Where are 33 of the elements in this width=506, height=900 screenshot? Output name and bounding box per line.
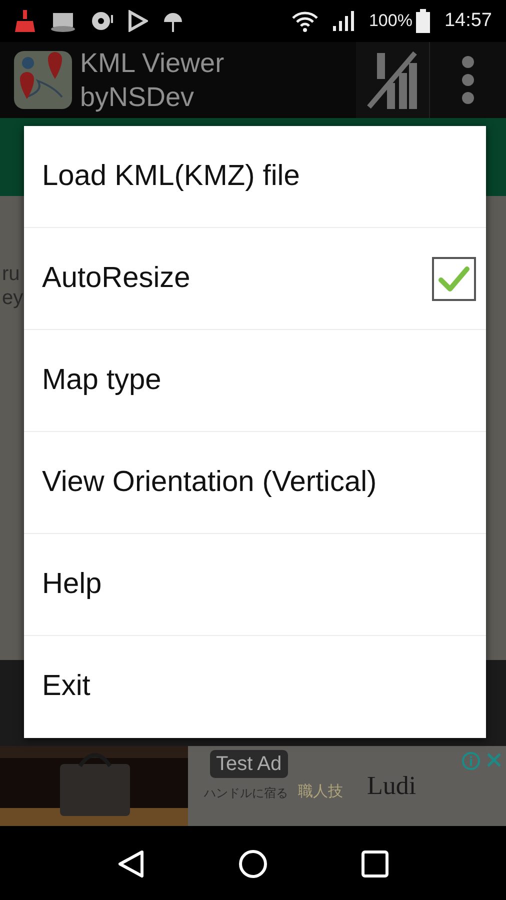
checkbox[interactable] — [432, 256, 476, 300]
ad-brand-logo: Ludi — [367, 770, 416, 802]
menu-item[interactable]: Load KML(KMZ) file — [24, 126, 486, 228]
app-logo-icon — [14, 51, 72, 109]
home-icon[interactable] — [238, 848, 268, 878]
signal-off-button[interactable] — [356, 42, 430, 118]
app-title: KML Viewer — [80, 47, 224, 80]
menu-item[interactable]: Help — [24, 534, 486, 636]
battery-percent: 100% — [368, 10, 412, 32]
play-store-icon — [128, 10, 148, 32]
disc-icon — [90, 9, 114, 33]
menu-item[interactable]: Exit — [24, 636, 486, 738]
checkmark-icon — [438, 264, 470, 292]
wifi-icon — [290, 10, 319, 32]
menu-item[interactable]: View Orientation (Vertical) — [24, 432, 486, 534]
menu-item-label: Exit — [42, 669, 90, 704]
more-vertical-icon — [461, 55, 475, 105]
menu-item-label: Map type — [42, 362, 162, 398]
ad-highlight: 職人技 — [298, 782, 343, 802]
menu-item[interactable]: AutoResize — [24, 228, 486, 330]
signal-icon — [332, 11, 355, 31]
ad-badge: Test Ad — [210, 750, 288, 778]
back-icon[interactable] — [116, 848, 145, 878]
app-subtitle: byNSDev — [80, 81, 196, 114]
menu-item-label: AutoResize — [42, 260, 190, 296]
clock: 14:57 — [444, 8, 492, 33]
battery-icon — [416, 9, 430, 33]
menu-item-label: View Orientation (Vertical) — [42, 464, 377, 500]
menu-item-label: Load KML(KMZ) file — [42, 158, 300, 194]
menu-item-label: Help — [42, 566, 102, 602]
overflow-menu-button[interactable] — [430, 42, 506, 118]
menu-item[interactable]: Map type — [24, 330, 486, 432]
recents-icon[interactable] — [361, 850, 390, 878]
